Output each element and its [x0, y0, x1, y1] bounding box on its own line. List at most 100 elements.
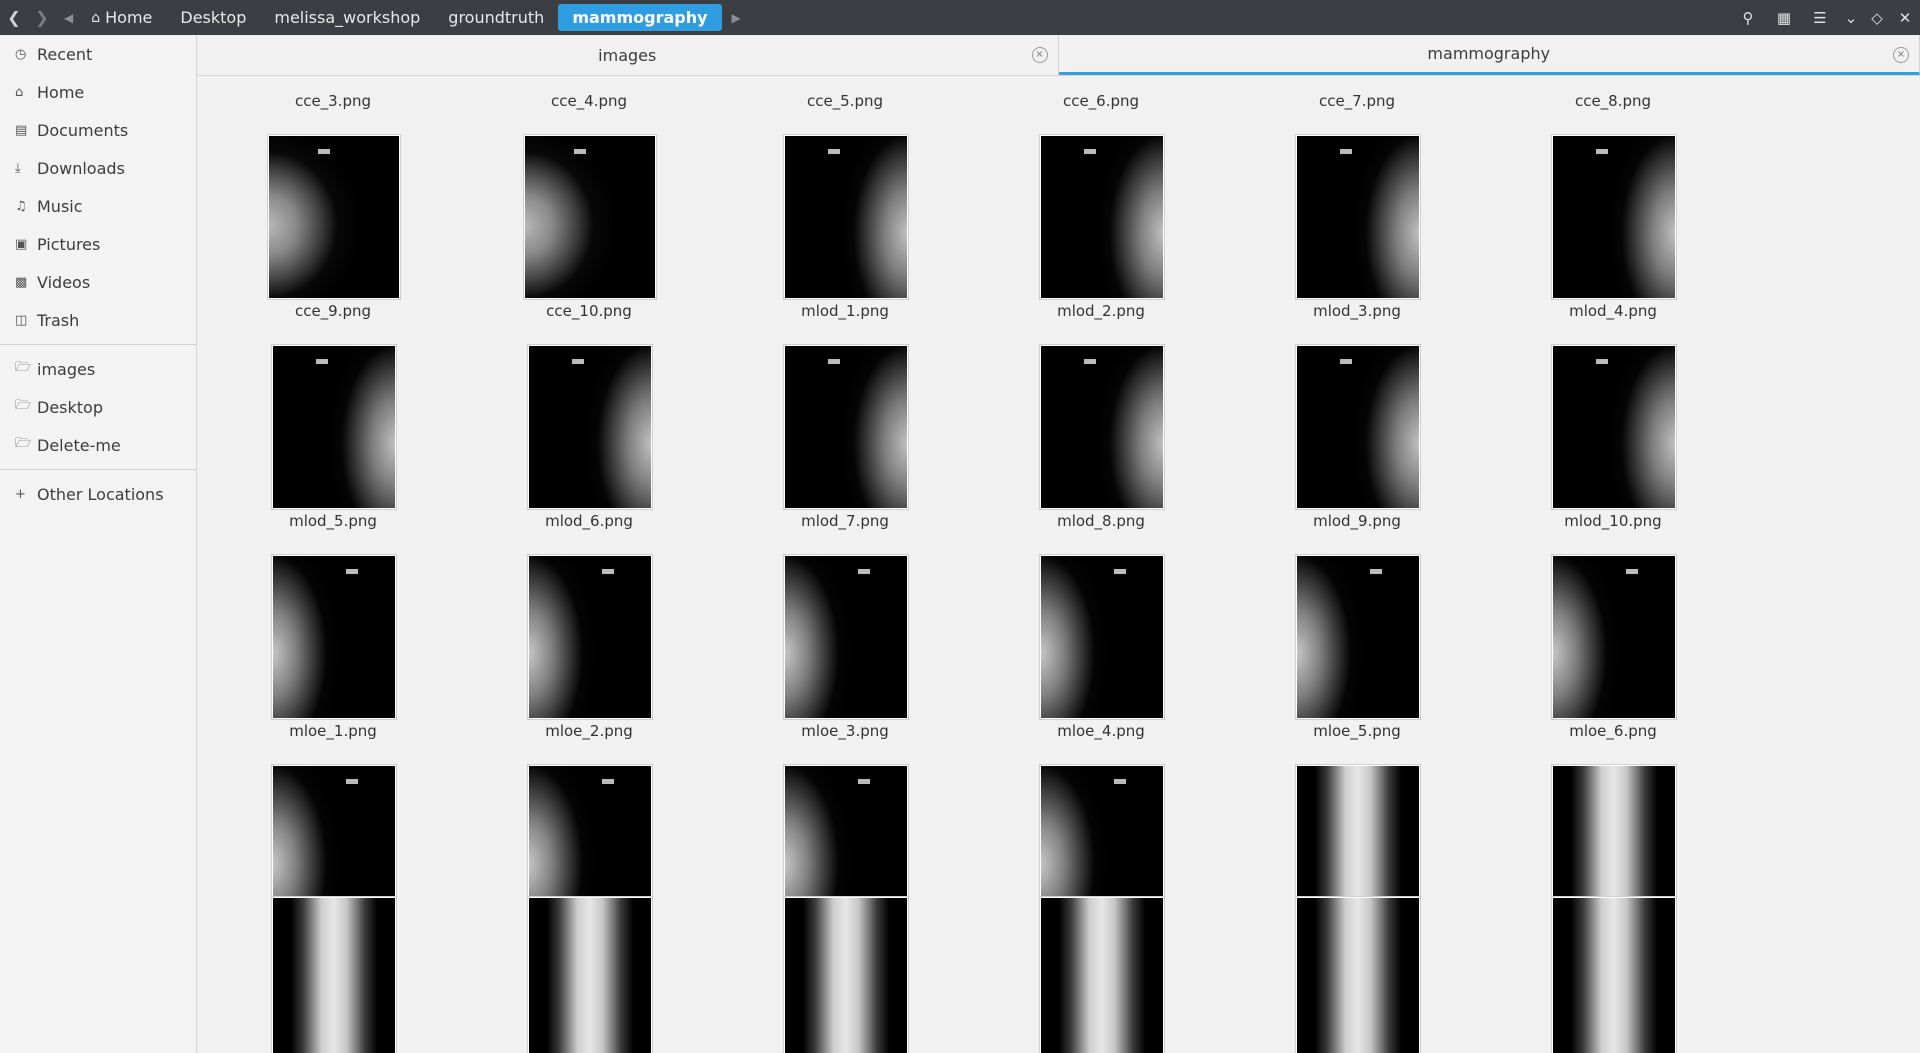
sidebar-item-documents[interactable]: ▤ Documents	[0, 111, 196, 149]
file-thumbnail	[1551, 554, 1677, 720]
menu-button[interactable]: ☰	[1802, 0, 1838, 35]
breadcrumb-label: groundtruth	[448, 8, 545, 27]
image-marker	[1084, 359, 1096, 364]
file-name: mlod_8.png	[1057, 512, 1145, 530]
file-thumbnail	[1551, 896, 1677, 1053]
file-name: mloe_6.png	[1569, 722, 1657, 740]
file-name: mlod_4.png	[1569, 302, 1657, 320]
file-thumbnail	[1039, 554, 1165, 720]
file-thumbnail	[267, 134, 401, 300]
tab-label: mammography	[1427, 44, 1551, 63]
file-name: mlod_10.png	[1564, 512, 1662, 530]
search-button[interactable]: ⚲	[1730, 0, 1766, 35]
file-thumbnail	[1551, 134, 1677, 300]
file-thumbnail	[1295, 134, 1421, 300]
image-marker	[316, 359, 328, 364]
image-marker	[572, 359, 584, 364]
file-name: mlod_1.png	[801, 302, 889, 320]
sidebar-item-label: Downloads	[37, 158, 125, 178]
sidebar-item-recent[interactable]: ◷ Recent	[0, 35, 196, 73]
sidebar-item-label: Trash	[37, 310, 80, 330]
file-thumbnail	[1295, 344, 1421, 510]
image-marker	[1340, 149, 1352, 154]
file-name: mlod_3.png	[1313, 302, 1401, 320]
view-toggle-button[interactable]: ▦	[1766, 0, 1802, 35]
file-name: cce_7.png	[1318, 92, 1396, 110]
sidebar-item-label: Videos	[37, 272, 91, 292]
tab-label: images	[598, 45, 657, 65]
file-name: mloe_2.png	[545, 722, 633, 740]
clock-icon: ◷	[15, 46, 27, 62]
tab-images[interactable]: images ×	[197, 35, 1059, 75]
maximize-icon: ◇	[1871, 8, 1883, 27]
file-thumbnail	[527, 896, 653, 1053]
minimize-button[interactable]: ⌄	[1838, 0, 1864, 35]
file-name: mloe_4.png	[1057, 722, 1145, 740]
image-marker	[318, 149, 330, 154]
sidebar-item-label: Desktop	[37, 397, 103, 417]
chevron-right-icon: ❯	[35, 8, 49, 27]
image-marker	[346, 779, 358, 784]
tab-bar: images × mammography ×	[197, 35, 1920, 76]
sidebar-item-desktop[interactable]: 🗁 Desktop	[0, 388, 196, 426]
sidebar-item-images[interactable]: 🗁 images	[0, 350, 196, 388]
tab-close-icon[interactable]: ×	[1031, 47, 1048, 63]
file-name: cce_6.png	[1062, 92, 1140, 110]
sidebar-item-label: Pictures	[37, 234, 101, 254]
image-marker	[1596, 359, 1608, 364]
search-icon: ⚲	[1742, 8, 1754, 27]
breadcrumb-label: melissa_workshop	[274, 8, 421, 27]
breadcrumb-home[interactable]: ⌂ Home	[77, 4, 166, 31]
breadcrumb-melissa-workshop[interactable]: melissa_workshop	[260, 4, 434, 31]
file-thumbnail	[1039, 134, 1165, 300]
breadcrumb-groundtruth[interactable]: groundtruth	[434, 4, 558, 31]
image-marker	[828, 149, 840, 154]
image-marker	[574, 149, 586, 154]
forward-button[interactable]: ❯	[28, 0, 56, 35]
breadcrumb-mammography[interactable]: mammography	[558, 4, 722, 31]
back-button[interactable]: ❮	[0, 0, 28, 35]
tab-close-icon[interactable]: ×	[1893, 47, 1909, 63]
download-icon: ⤓	[15, 160, 21, 176]
file-name: cce_3.png	[294, 92, 372, 110]
breadcrumb-label: Home	[105, 8, 153, 27]
folder-icon: 🗁	[15, 436, 32, 451]
sidebar-item-label: Delete-me	[37, 435, 121, 455]
sidebar-item-delete-me[interactable]: 🗁 Delete-me	[0, 426, 196, 464]
sidebar-item-pictures[interactable]: ▣ Pictures	[0, 225, 196, 263]
sidebar-item-other-locations[interactable]: + Other Locations	[0, 475, 196, 513]
file-thumbnail	[1295, 896, 1421, 1053]
file-thumbnail	[527, 554, 653, 720]
menu-icon: ☰	[1813, 8, 1827, 27]
sidebar-item-home[interactable]: ⌂ Home	[0, 73, 196, 111]
breadcrumb-desktop[interactable]: Desktop	[166, 4, 260, 31]
file-grid: cce_3.png cce_4.png cce_5.png cce_6.png cce_…	[197, 76, 1920, 1053]
breadcrumb-left-arrow-icon[interactable]: ◀	[64, 11, 73, 25]
breadcrumb-label: mammography	[572, 8, 708, 27]
sidebar-item-label: Documents	[37, 120, 129, 140]
plus-icon: +	[15, 486, 26, 502]
image-marker	[602, 569, 614, 574]
breadcrumb: ◀ ⌂ Home Desktop melissa_workshop ground…	[64, 0, 741, 35]
file-thumbnail	[783, 896, 909, 1053]
image-marker	[858, 779, 870, 784]
image-marker	[1626, 569, 1638, 574]
sidebar-item-label: Other Locations	[37, 484, 164, 504]
file-thumbnail	[783, 344, 909, 510]
file-name: cce_4.png	[550, 92, 628, 110]
tab-mammography[interactable]: mammography ×	[1058, 35, 1920, 75]
maximize-button[interactable]: ◇	[1864, 0, 1890, 35]
document-icon: ▤	[15, 122, 28, 138]
file-name: mlod_5.png	[289, 512, 377, 530]
picture-icon: ▣	[15, 236, 28, 252]
sidebar-item-downloads[interactable]: ⤓ Downloads	[0, 149, 196, 187]
chevron-left-icon: ❮	[7, 8, 21, 27]
sidebar-item-trash[interactable]: ◫ Trash	[0, 301, 196, 339]
close-button[interactable]: ✕	[1890, 0, 1920, 35]
sidebar-item-videos[interactable]: ▩ Videos	[0, 263, 196, 301]
sidebar-item-music[interactable]: ♫ Music	[0, 187, 196, 225]
sidebar: ◷ Recent ⌂ Home ▤ Documents ⤓ Downloads ♫ Mus…	[0, 35, 197, 1053]
breadcrumb-right-arrow-icon[interactable]: ▶	[732, 11, 741, 25]
file-name: mlod_6.png	[545, 512, 633, 530]
file-name: cce_5.png	[806, 92, 884, 110]
